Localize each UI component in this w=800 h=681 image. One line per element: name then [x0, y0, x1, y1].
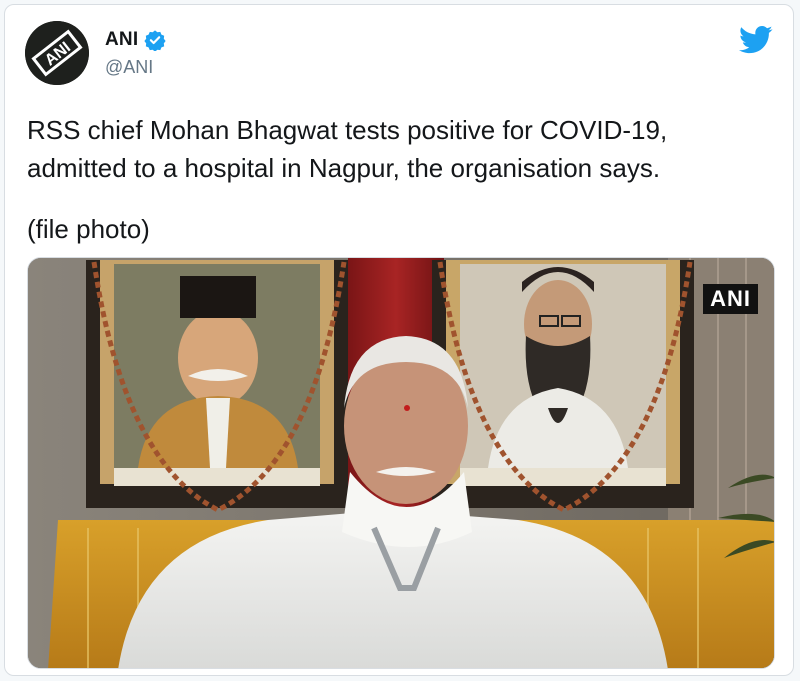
- twitter-bird-icon[interactable]: [739, 25, 773, 55]
- tweet-text: RSS chief Mohan Bhagwat tests positive f…: [27, 115, 668, 183]
- display-name[interactable]: ANI: [105, 29, 138, 51]
- avatar[interactable]: ANI: [25, 21, 89, 85]
- tweet-card: ANI ANI @ANI RSS chief Mohan Bhagwat tes…: [4, 4, 794, 676]
- tweet-note: (file photo): [27, 214, 150, 244]
- photo-scene: [28, 258, 774, 668]
- author-name-row[interactable]: ANI: [105, 29, 166, 52]
- ani-watermark: ANI: [703, 284, 758, 314]
- verified-badge-icon: [144, 29, 166, 52]
- author-handle[interactable]: @ANI: [105, 57, 153, 78]
- ani-logo-icon: ANI: [25, 21, 89, 85]
- tweet-photo[interactable]: ANI: [27, 257, 775, 669]
